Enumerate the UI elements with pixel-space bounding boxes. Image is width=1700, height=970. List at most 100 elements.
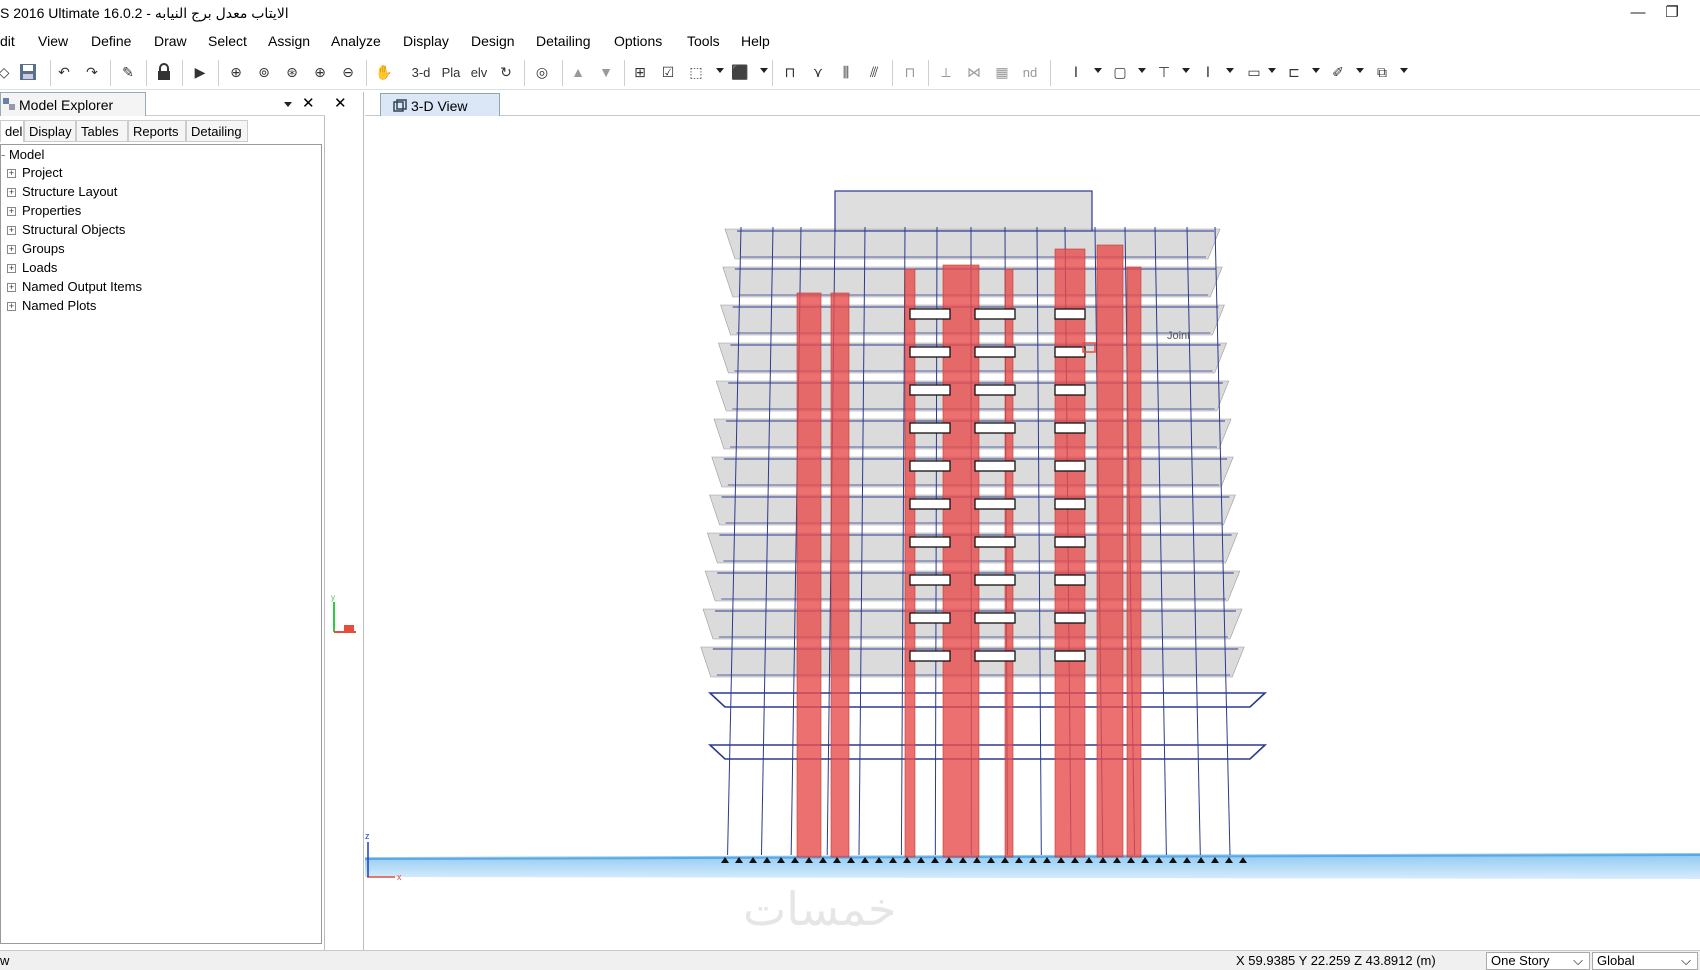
expand-icon[interactable]: + xyxy=(7,207,16,217)
menu-bar: dit View Define Draw Select Assign Analy… xyxy=(0,29,1700,53)
menu-edit[interactable]: dit xyxy=(0,33,15,49)
opening-icon[interactable]: ⊏ xyxy=(1282,60,1306,84)
rotate-icon[interactable]: ↻ xyxy=(494,60,518,84)
model-explorer-tab[interactable]: Model Explorer xyxy=(0,92,146,116)
tab-3d-view[interactable]: 3-D View xyxy=(380,93,500,116)
menu-draw[interactable]: Draw xyxy=(154,33,187,49)
menu-define[interactable]: Define xyxy=(91,33,131,49)
expand-icon[interactable]: + xyxy=(7,169,16,179)
object-shrink-icon[interactable]: ⬚ xyxy=(684,60,708,84)
move-down-icon[interactable]: ▼ xyxy=(594,60,618,84)
tab-display[interactable]: Display xyxy=(24,120,76,142)
chevron-down-icon[interactable]: ⌵ xyxy=(1681,953,1691,969)
tab-tables[interactable]: Tables xyxy=(76,120,128,142)
pan-icon[interactable]: ✋ xyxy=(372,60,396,84)
menu-view[interactable]: View xyxy=(38,33,68,49)
zoom-previous-icon[interactable]: ⊛ xyxy=(280,60,304,84)
zoom-rubber-band-icon[interactable]: ⊕ xyxy=(224,60,248,84)
tree-item-named-plots[interactable]: + Named Plots xyxy=(7,298,96,316)
tree-item-label: Structural Objects xyxy=(22,222,126,237)
open-icon[interactable]: ◇ xyxy=(0,60,16,84)
draw-line-icon[interactable]: ✐ xyxy=(1326,60,1350,84)
columns-icon[interactable]: ⫼ xyxy=(834,60,858,84)
beam-section-icon[interactable]: ⊤ xyxy=(1152,60,1176,84)
tab-reports[interactable]: Reports xyxy=(128,120,186,142)
tree-root-model[interactable]: - Model xyxy=(1,147,44,165)
shear-wall xyxy=(1126,266,1142,858)
view-3d-button[interactable]: 3-d xyxy=(406,60,436,84)
frame-icon[interactable]: ⊓ xyxy=(778,60,802,84)
menu-help[interactable]: Help xyxy=(741,33,770,49)
run-analysis-icon[interactable]: ▶ xyxy=(188,60,212,84)
select-all-icon[interactable]: ⊞ xyxy=(628,60,652,84)
tree-item-groups[interactable]: + Groups xyxy=(7,241,65,259)
link-icon[interactable]: ⋈ xyxy=(962,60,986,84)
tree-item-properties[interactable]: + Properties xyxy=(7,203,81,221)
coordinate-system-selector[interactable]: Global ⌵ xyxy=(1592,952,1698,970)
shear-wall xyxy=(1054,248,1086,858)
area-icon[interactable]: ▦ xyxy=(990,60,1014,84)
expand-icon[interactable]: + xyxy=(7,188,16,198)
menu-tools[interactable]: Tools xyxy=(687,33,720,49)
expand-icon[interactable]: + xyxy=(7,283,16,293)
lock-icon[interactable] xyxy=(152,60,176,84)
3d-viewport[interactable]: x z Joint خمسات xyxy=(365,117,1700,950)
tree-item-loads[interactable]: + Loads xyxy=(7,260,57,278)
zoom-in-icon[interactable]: ⊕ xyxy=(308,60,332,84)
redo-icon[interactable]: ↷ xyxy=(80,60,104,84)
menu-select[interactable]: Select xyxy=(208,33,247,49)
expand-icon[interactable]: + xyxy=(7,226,16,236)
tree-item-structure-layout[interactable]: + Structure Layout xyxy=(7,184,117,202)
pencil-icon[interactable]: ✎ xyxy=(116,60,140,84)
axis-gizmo-icon: y xyxy=(331,593,356,633)
checkbox-icon[interactable]: ☑ xyxy=(656,60,680,84)
expand-icon[interactable]: + xyxy=(7,264,16,274)
steel-section-icon[interactable]: Ⅰ xyxy=(1196,60,1220,84)
tab-detailing[interactable]: Detailing xyxy=(186,120,248,142)
zoom-out-icon[interactable]: ⊖ xyxy=(336,60,360,84)
restore-button[interactable]: ❐ xyxy=(1652,2,1692,24)
tree-root-label: Model xyxy=(8,147,45,162)
wall-section-icon[interactable]: ▢ xyxy=(1108,60,1132,84)
beams-icon[interactable]: ⫻ xyxy=(862,60,886,84)
dimension-icon[interactable]: ⧉ xyxy=(1370,60,1394,84)
menu-analyze[interactable]: Analyze xyxy=(331,33,381,49)
expand-icon[interactable]: + xyxy=(7,245,16,255)
perspective-icon[interactable]: ◎ xyxy=(530,60,554,84)
story-selector[interactable]: One Story ⌵ xyxy=(1486,952,1590,970)
opening-marker xyxy=(974,346,1016,358)
menu-options[interactable]: Options xyxy=(614,33,662,49)
extrude-icon[interactable]: ⬛ xyxy=(728,60,752,84)
menu-assign[interactable]: Assign xyxy=(268,33,310,49)
chevron-down-icon[interactable] xyxy=(284,102,292,107)
elevation-view-button[interactable]: elv xyxy=(466,60,492,84)
tree-item-named-output-items[interactable]: + Named Output Items xyxy=(7,279,142,297)
menu-detailing[interactable]: Detailing xyxy=(536,33,590,49)
close-view-button[interactable]: ✕ xyxy=(334,94,347,112)
spring-icon[interactable]: ⟂ xyxy=(934,60,958,84)
save-icon[interactable] xyxy=(16,60,40,84)
tree-item-structural-objects[interactable]: + Structural Objects xyxy=(7,222,125,240)
menu-display[interactable]: Display xyxy=(403,33,449,49)
slab-section-icon[interactable]: ▭ xyxy=(1240,60,1268,84)
column-section-icon[interactable]: Ⅰ xyxy=(1064,60,1088,84)
tree-item-project[interactable]: + Project xyxy=(7,165,62,183)
building-model-drawing[interactable]: x z Joint خمسات xyxy=(365,117,1700,950)
close-panel-button[interactable]: ✕ xyxy=(302,94,315,112)
node-button[interactable]: nd xyxy=(1018,60,1042,84)
floor-slab xyxy=(724,228,1221,260)
tab-model[interactable]: del xyxy=(0,120,24,142)
brace-icon[interactable]: ⋎ xyxy=(806,60,830,84)
zoom-restore-icon[interactable]: ⊚ xyxy=(252,60,276,84)
cursor-coordinates: X 59.9385 Y 22.259 Z 43.8912 (m) xyxy=(1236,953,1436,968)
menu-design[interactable]: Design xyxy=(471,33,515,49)
opening-marker xyxy=(1054,612,1086,624)
chevron-down-icon[interactable]: ⌵ xyxy=(1573,953,1583,969)
expand-icon[interactable]: + xyxy=(7,302,16,312)
undo-icon[interactable]: ↶ xyxy=(52,60,76,84)
move-up-icon[interactable]: ▲ xyxy=(566,60,590,84)
opening-marker xyxy=(1054,460,1086,472)
opening-marker xyxy=(1054,384,1086,396)
plan-view-button[interactable]: Pla xyxy=(438,60,464,84)
portal-icon[interactable]: ⊓ xyxy=(898,60,922,84)
